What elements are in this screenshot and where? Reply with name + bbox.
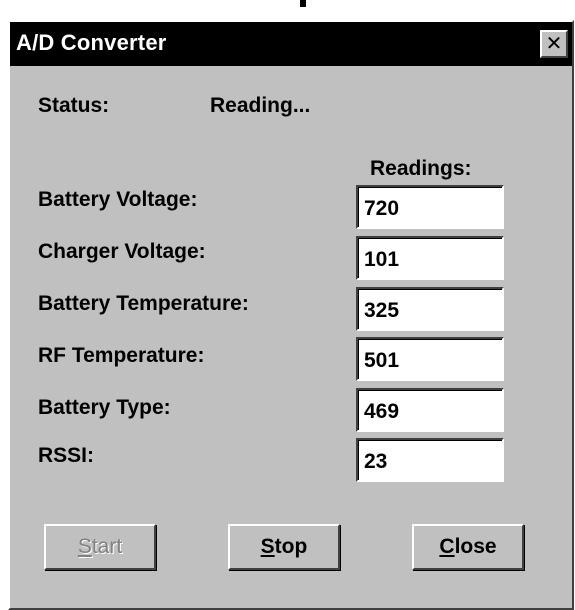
close-button-label: lose bbox=[454, 535, 497, 558]
window-title: A/D Converter bbox=[16, 30, 167, 55]
reading-label-battery-temperature: Battery Temperature: bbox=[38, 292, 249, 315]
close-button-accelerator: C bbox=[439, 535, 455, 558]
reading-label-rssi: RSSI: bbox=[38, 444, 95, 467]
cropped-heading-fragment bbox=[0, 0, 575, 20]
reading-field-battery-voltage[interactable]: 720 bbox=[356, 185, 504, 229]
status-label: Status: bbox=[38, 94, 110, 117]
reading-label-charger-voltage: Charger Voltage: bbox=[38, 240, 206, 263]
stop-button-accelerator: S bbox=[260, 535, 275, 558]
reading-field-battery-type[interactable]: 469 bbox=[356, 388, 504, 432]
reading-field-charger-voltage[interactable]: 101 bbox=[356, 236, 504, 280]
status-value: Reading... bbox=[210, 94, 311, 117]
reading-label-battery-type: Battery Type: bbox=[38, 396, 171, 419]
reading-field-rf-temperature[interactable]: 501 bbox=[356, 337, 504, 381]
close-icon[interactable]: ✕ bbox=[540, 30, 568, 58]
reading-field-battery-temperature[interactable]: 325 bbox=[356, 287, 504, 331]
start-button[interactable]: Start bbox=[44, 524, 156, 570]
cropped-glyph bbox=[300, 0, 306, 7]
reading-label-rf-temperature: RF Temperature: bbox=[38, 344, 205, 367]
stop-button[interactable]: Stop bbox=[228, 524, 340, 570]
start-button-label: tart bbox=[91, 535, 123, 558]
close-button[interactable]: Close bbox=[412, 524, 524, 570]
readings-header: Readings: bbox=[370, 157, 472, 180]
start-button-accelerator: S bbox=[77, 535, 92, 558]
stop-button-label: top bbox=[274, 535, 308, 558]
reading-label-battery-voltage: Battery Voltage: bbox=[38, 188, 198, 211]
title-bar[interactable]: A/D Converter ✕ bbox=[10, 22, 572, 66]
reading-field-rssi[interactable]: 23 bbox=[356, 438, 504, 482]
ad-converter-dialog: A/D Converter ✕ Status: Reading... Readi… bbox=[8, 20, 574, 610]
